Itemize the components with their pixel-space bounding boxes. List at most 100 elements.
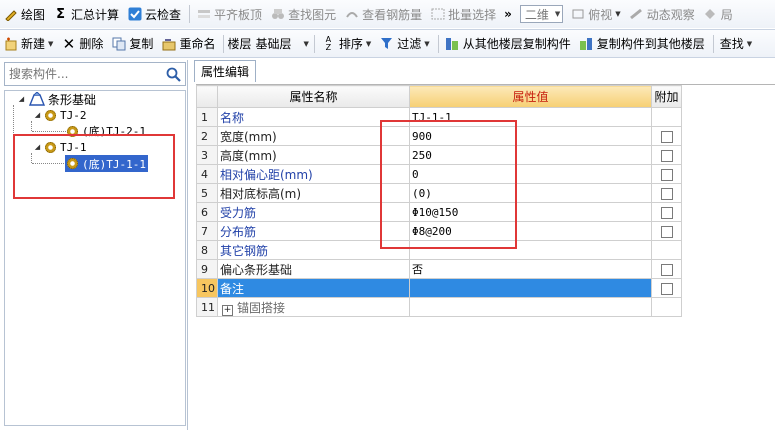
attach-cell <box>651 202 682 222</box>
checkbox-icon <box>127 7 142 22</box>
property-value[interactable] <box>409 278 652 298</box>
view-rebar-amount-button[interactable]: 查看钢筋量 <box>341 3 425 25</box>
rebar-view-icon <box>344 7 359 22</box>
separator <box>313 34 315 53</box>
attach-cell <box>651 183 682 203</box>
toolbar-overflow-icon[interactable]: » <box>504 7 512 21</box>
property-name[interactable]: 名称 <box>217 107 410 127</box>
table-row[interactable]: 2 宽度(mm) 900 <box>196 126 682 146</box>
draw-button[interactable]: 绘图 <box>0 3 48 25</box>
attach-checkbox[interactable] <box>660 225 673 238</box>
collapse-icon[interactable]: ◢ <box>17 95 26 104</box>
property-value[interactable] <box>409 240 652 260</box>
separator <box>712 34 714 53</box>
batch-select-button[interactable]: 批量选择 <box>427 3 499 25</box>
property-name-group[interactable]: + 锚固搭接 <box>217 297 410 317</box>
attach-checkbox[interactable] <box>660 168 673 181</box>
table-row[interactable]: 11 + 锚固搭接 <box>196 297 682 317</box>
property-name[interactable]: 宽度(mm) <box>217 126 410 146</box>
top-view-button[interactable]: 俯视 ▼ <box>567 3 623 25</box>
copy-from-other-floor-button[interactable]: 从其他楼层复制构件 <box>442 33 574 55</box>
property-name[interactable]: 相对底标高(m) <box>217 183 410 203</box>
property-name[interactable]: 受力筋 <box>217 202 410 222</box>
copy-button[interactable]: 复制 <box>108 33 156 55</box>
gear-icon <box>67 158 78 169</box>
rename-button[interactable]: 重命名 <box>158 33 218 55</box>
search-icon[interactable] <box>165 66 182 83</box>
tree-node-tj2[interactable]: ◢ TJ-2 <box>33 107 87 123</box>
attach-cell <box>651 107 682 127</box>
attach-checkbox[interactable] <box>660 130 673 143</box>
dynamic-view-icon <box>629 7 644 22</box>
sort-az-icon: AZ <box>325 34 332 52</box>
property-value[interactable] <box>409 297 652 317</box>
attach-checkbox[interactable] <box>660 206 673 219</box>
property-value[interactable]: TJ-1-1 <box>409 107 652 127</box>
attach-checkbox[interactable] <box>660 187 673 200</box>
attach-cell <box>651 297 682 317</box>
view-mode-select[interactable]: 二维 ▼ <box>519 5 564 23</box>
collapse-icon[interactable]: ◢ <box>33 143 42 152</box>
cloud-check-button[interactable]: 云检查 <box>124 3 184 25</box>
header-property-name[interactable]: 属性名称 <box>217 85 410 108</box>
align-slab-top-button[interactable]: 平齐板顶 <box>193 3 265 25</box>
tree-node-tj2-1[interactable]: (底)TJ-2-1 <box>67 123 146 139</box>
property-name[interactable]: 其它钢筋 <box>217 240 410 260</box>
table-row[interactable]: 8 其它钢筋 <box>196 240 682 260</box>
new-button[interactable]: 新建 ▼ <box>0 33 56 55</box>
summary-calc-button[interactable]: Σ 汇总计算 <box>50 3 122 25</box>
tree-node-label: (底)TJ-2-1 <box>82 125 146 138</box>
row-number: 4 <box>196 164 218 184</box>
tree-guide <box>32 131 66 132</box>
table-row-selected[interactable]: 10 备注 <box>196 278 682 298</box>
attach-checkbox[interactable] <box>660 263 673 276</box>
property-name[interactable]: 分布筋 <box>217 221 410 241</box>
table-row[interactable]: 5 相对底标高(m) (0) <box>196 183 682 203</box>
expand-icon[interactable]: + <box>222 304 233 316</box>
floor-copy-in-icon <box>445 36 460 51</box>
property-value[interactable]: Φ10@150 <box>409 202 652 222</box>
search-input[interactable] <box>5 63 155 85</box>
header-property-value[interactable]: 属性值 <box>409 85 652 108</box>
property-value[interactable]: 0 <box>409 164 652 184</box>
table-row[interactable]: 9 偏心条形基础 否 <box>196 259 682 279</box>
table-row[interactable]: 7 分布筋 Φ8@200 <box>196 221 682 241</box>
tree-guide <box>13 105 14 145</box>
separator <box>223 34 225 53</box>
filter-button[interactable]: 过滤 ▼ <box>376 33 432 55</box>
tree-node-strip-foundation[interactable]: ◢ 条形基础 <box>17 91 96 107</box>
property-name[interactable]: 偏心条形基础 <box>217 259 410 279</box>
partial-button[interactable]: 局 <box>700 3 736 25</box>
row-number: 7 <box>196 221 218 241</box>
find-button[interactable]: 查找 ▼ <box>717 33 755 55</box>
collapse-icon[interactable]: ◢ <box>33 111 42 120</box>
dynamic-view-button[interactable]: 动态观察 <box>626 3 698 25</box>
row-number: 3 <box>196 145 218 165</box>
property-value[interactable]: 250 <box>409 145 652 165</box>
tree-node-tj1-1-selected[interactable]: (底)TJ-1-1 <box>65 155 148 172</box>
property-grid: 属性名称 属性值 附加 1 名称 TJ-1-1 2 宽度(mm) 900 3 高… <box>196 84 775 430</box>
floor-select[interactable]: 基础层 ▼ <box>255 33 308 55</box>
table-row[interactable]: 4 相对偏心距(mm) 0 <box>196 164 682 184</box>
property-name[interactable]: 相对偏心距(mm) <box>217 164 410 184</box>
tree-node-tj1[interactable]: ◢ TJ-1 <box>33 139 87 155</box>
header-attach[interactable]: 附加 <box>651 85 682 108</box>
attach-checkbox[interactable] <box>660 149 673 162</box>
tab-property-edit[interactable]: 属性编辑 <box>194 60 257 82</box>
property-name[interactable]: 备注 <box>217 278 410 298</box>
attach-checkbox[interactable] <box>660 282 673 295</box>
find-element-button[interactable]: 查找图元 <box>267 3 339 25</box>
attach-cell <box>651 240 682 260</box>
property-value[interactable]: (0) <box>409 183 652 203</box>
table-row[interactable]: 6 受力筋 Φ10@150 <box>196 202 682 222</box>
sort-button[interactable]: AZ 排序 ▼ <box>318 33 374 55</box>
property-value[interactable]: Φ8@200 <box>409 221 652 241</box>
property-value[interactable]: 否 <box>409 259 652 279</box>
attach-cell <box>651 259 682 279</box>
property-name[interactable]: 高度(mm) <box>217 145 410 165</box>
delete-button[interactable]: ✕ 删除 <box>58 33 106 55</box>
property-value[interactable]: 900 <box>409 126 652 146</box>
table-row[interactable]: 3 高度(mm) 250 <box>196 145 682 165</box>
table-row[interactable]: 1 名称 TJ-1-1 <box>196 107 682 127</box>
copy-to-other-floor-button[interactable]: 复制构件到其他楼层 <box>576 33 708 55</box>
